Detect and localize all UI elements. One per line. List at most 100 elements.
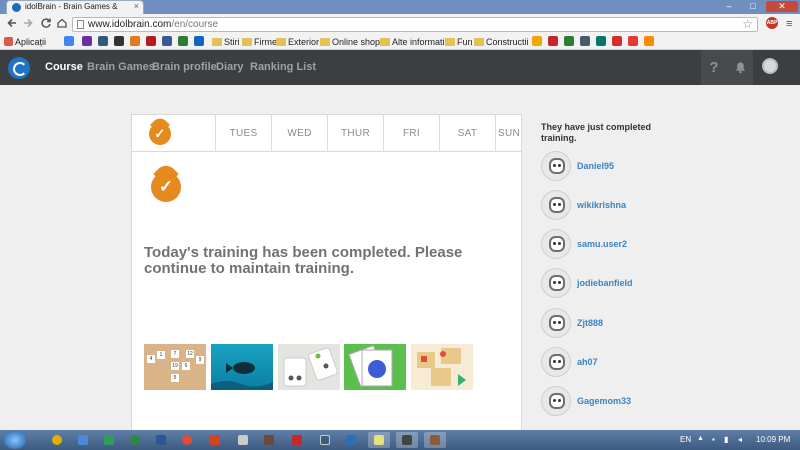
taskbar-app-7[interactable] (232, 432, 254, 448)
tray-app-icon[interactable]: ▪ (712, 435, 715, 444)
taskbar-app-9[interactable] (314, 432, 336, 448)
username-link[interactable]: jodiebanfield (577, 278, 633, 288)
tray-arrow-icon[interactable]: ▲ (697, 435, 704, 442)
bookmark-site-4[interactable] (146, 36, 156, 48)
username-link[interactable]: ah07 (577, 357, 598, 367)
taskbar-app-4[interactable] (150, 432, 172, 448)
window-minimize-button[interactable]: – (718, 1, 740, 12)
taskbar-app-2[interactable] (98, 432, 120, 448)
user-list-item[interactable]: ah07 (541, 347, 741, 379)
address-bar[interactable]: www.idolbrain.com/en/course ☆ (72, 17, 758, 32)
user-list-item[interactable]: jodiebanfield (541, 268, 741, 300)
window-close-button[interactable]: ✕ (766, 1, 798, 12)
home-button[interactable] (56, 17, 68, 32)
bookmark-site-1[interactable] (98, 36, 108, 48)
bookmark-site-8[interactable] (548, 36, 558, 48)
adblock-icon[interactable]: ABP (766, 17, 778, 29)
bookmark-folder-constructii[interactable]: Constructii (474, 36, 529, 48)
username-link[interactable]: Gagemom33 (577, 396, 631, 406)
taskbar-app-13[interactable] (424, 432, 446, 448)
bookmark-site-5[interactable] (178, 36, 188, 48)
bookmark-folder-alte-informatii[interactable]: Alte informatii (380, 36, 447, 48)
taskbar-app-1[interactable] (72, 432, 94, 448)
tab-close-icon[interactable]: × (134, 1, 139, 11)
reload-button[interactable] (40, 17, 52, 32)
username-link[interactable]: wikikrishna (577, 200, 626, 210)
star-icon[interactable]: ☆ (742, 17, 753, 31)
game-thumb-number-puzzle[interactable]: 4 1 7 12 19 9 5 6 (144, 344, 206, 390)
jigsaw-icon (417, 348, 466, 386)
bookmark-facebook[interactable] (162, 36, 172, 48)
game-thumb-jigsaw[interactable] (411, 344, 473, 390)
taskbar-app-11[interactable] (368, 432, 390, 448)
user-avatar-icon[interactable] (762, 58, 778, 74)
puzzle-tile: 9 (196, 356, 204, 364)
bookmark-site-12[interactable] (612, 36, 622, 48)
app-icon (104, 435, 114, 445)
notifications-button[interactable] (727, 50, 753, 85)
bookmark-folder-online-shops[interactable]: Online shops (320, 36, 385, 48)
tab-title: idolBrain - Brain Games & (25, 2, 118, 11)
help-button[interactable]: ? (701, 50, 727, 85)
bookmark-folder-exterior[interactable]: Exterior (276, 36, 319, 48)
bookmark-site-7[interactable] (532, 36, 542, 48)
clock[interactable]: 10:09 PM (756, 435, 790, 444)
start-button[interactable] (4, 431, 26, 449)
bookmark-site-13[interactable] (628, 36, 638, 48)
browser-tab[interactable]: idolBrain - Brain Games & × (6, 0, 144, 14)
folder-icon (320, 38, 330, 46)
user-avatar-icon (541, 347, 571, 377)
username-link[interactable]: Daniel95 (577, 161, 614, 171)
folder-icon (242, 38, 252, 46)
bookmark-folder-stiri[interactable]: Stiri (212, 36, 240, 48)
bookmark-google[interactable] (64, 36, 74, 48)
game-thumb-dominoes[interactable] (278, 344, 340, 390)
taskbar-app-3[interactable] (124, 432, 146, 448)
bookmark-site-3[interactable] (130, 36, 140, 48)
user-list-item[interactable]: Daniel95 (541, 151, 741, 183)
taskbar-chrome[interactable] (46, 432, 68, 448)
bookmark-site-10[interactable] (580, 36, 590, 48)
bookmark-folder-firme[interactable]: Firme (242, 36, 277, 48)
language-indicator[interactable]: EN (680, 435, 691, 444)
game-thumb-underwater[interactable] (211, 344, 273, 390)
window-maximize-button[interactable]: □ (742, 1, 764, 12)
nav-brain-games[interactable]: Brain Games (87, 61, 155, 73)
idolbrain-logo-icon[interactable] (8, 57, 30, 79)
bookmark-site-6[interactable] (194, 36, 204, 48)
game-thumb-cards[interactable] (344, 344, 406, 390)
nav-course[interactable]: Course (45, 61, 83, 73)
bookmark-folder-fun[interactable]: Fun (445, 36, 473, 48)
taskbar-app-5[interactable] (176, 432, 198, 448)
folder-icon (474, 38, 484, 46)
username-link[interactable]: samu.user2 (577, 239, 627, 249)
taskbar-app-12[interactable] (396, 432, 418, 448)
bookmark-apps[interactable]: Aplicații (4, 36, 46, 48)
taskbar-app-8[interactable] (258, 432, 280, 448)
back-button[interactable] (6, 17, 18, 32)
taskbar-pdf[interactable] (286, 432, 308, 448)
hamburger-icon[interactable]: ≡ (786, 18, 792, 30)
user-list-item[interactable]: wikikrishna (541, 190, 741, 222)
user-list-item[interactable]: Gagemom33 (541, 386, 741, 418)
bookmark-yahoo[interactable] (82, 36, 92, 48)
bookmark-site-14[interactable] (644, 36, 654, 48)
bookmark-site-9[interactable] (564, 36, 574, 48)
user-list-item[interactable]: Zjt888 (541, 308, 741, 340)
bookmark-site-11[interactable] (596, 36, 606, 48)
user-list-item[interactable]: samu.user2 (541, 229, 741, 261)
url-text[interactable]: www.idolbrain.com/en/course (88, 19, 218, 30)
nav-ranking-list[interactable]: Ranking List (250, 61, 316, 73)
folder-icon (276, 38, 286, 46)
network-icon[interactable]: ▮ (724, 435, 728, 444)
bookmark-site-2[interactable] (114, 36, 124, 48)
taskbar: EN ▲ ▪ ▮ ◂ 10:09 PM (0, 430, 800, 450)
puzzle-tile: 12 (186, 350, 194, 358)
nav-diary[interactable]: Diary (216, 61, 244, 73)
taskbar-app-10[interactable] (340, 432, 362, 448)
volume-icon[interactable]: ◂ (738, 435, 742, 444)
taskbar-app-6[interactable] (204, 432, 226, 448)
nav-brain-profile[interactable]: Brain profile (152, 61, 217, 73)
username-link[interactable]: Zjt888 (577, 318, 603, 328)
forward-button[interactable] (22, 17, 34, 32)
